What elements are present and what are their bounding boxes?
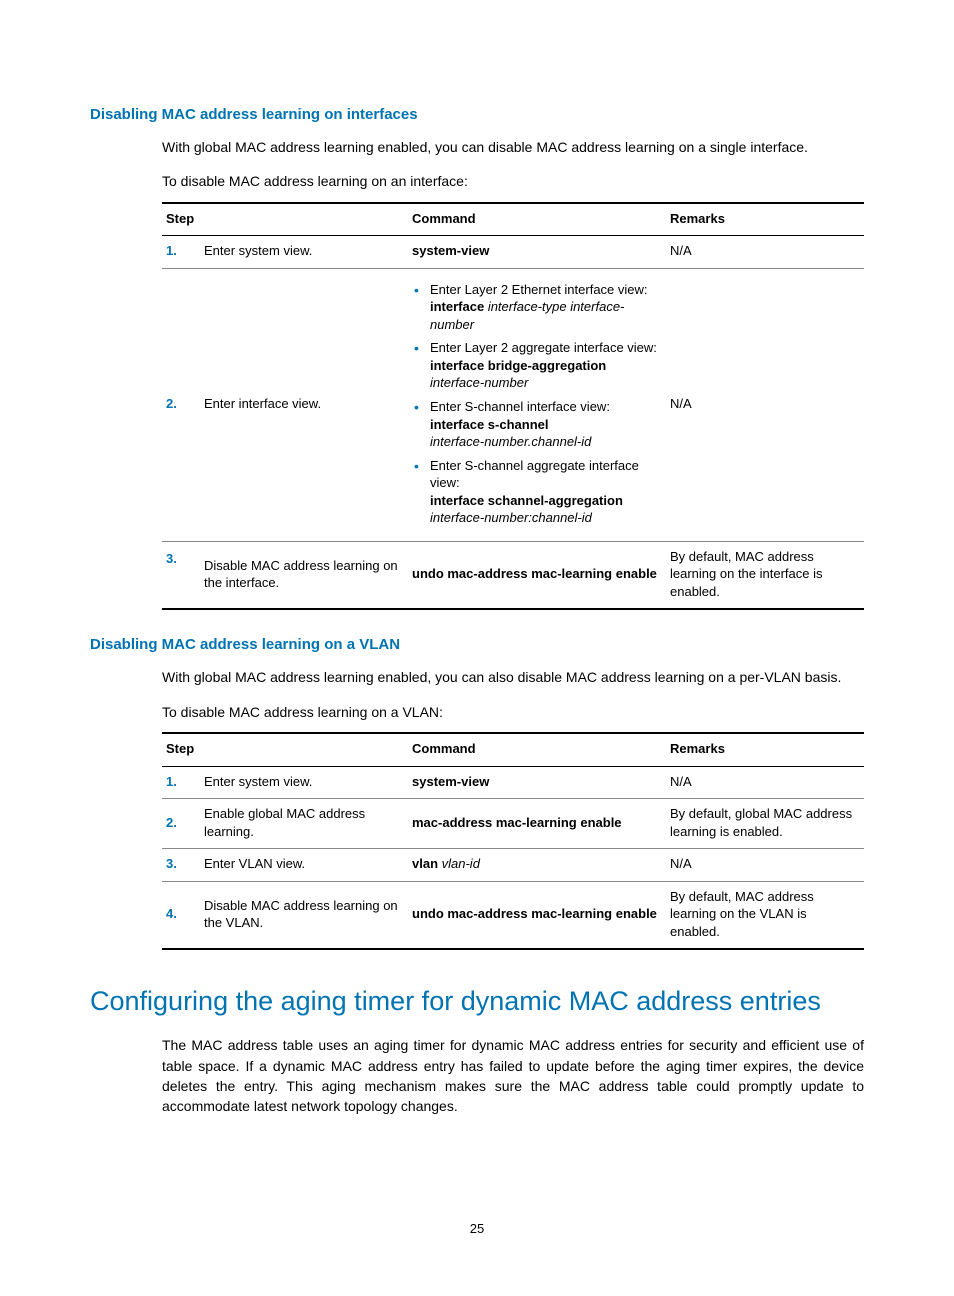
cmd-bold: interface bridge-aggregation <box>430 358 606 373</box>
section1-heading: Disabling MAC address learning on interf… <box>90 106 864 123</box>
step-command: vlan vlan-id <box>408 849 666 882</box>
cmd-ital: interface-number <box>430 375 528 390</box>
step-remarks: N/A <box>666 268 864 541</box>
header-step: Step <box>162 733 408 766</box>
step-remarks: N/A <box>666 236 864 269</box>
cmd-bullet: Enter S-channel interface view: interfac… <box>412 398 662 451</box>
step-number: 2. <box>162 799 200 849</box>
bullet-lead: Enter Layer 2 aggregate interface view: <box>430 340 657 355</box>
cmd-bullet: Enter Layer 2 aggregate interface view: … <box>412 339 662 392</box>
step-remarks: N/A <box>666 849 864 882</box>
step-number: 4. <box>162 881 200 949</box>
table-row: 1. Enter system view. system-view N/A <box>162 236 864 269</box>
header-command: Command <box>408 203 666 236</box>
cmd-bold: mac-address mac-learning enable <box>412 815 622 830</box>
section2-intro2: To disable MAC address learning on a VLA… <box>162 702 864 722</box>
cmd-bold: interface <box>430 299 484 314</box>
cmd-bold: interface s-channel <box>430 417 549 432</box>
header-step: Step <box>162 203 408 236</box>
cmd-bold: system-view <box>412 243 489 258</box>
table-row: 3. Disable MAC address learning on the i… <box>162 541 864 609</box>
table-row: 1. Enter system view. system-view N/A <box>162 766 864 799</box>
header-command: Command <box>408 733 666 766</box>
step-remarks: By default, MAC address learning on the … <box>666 881 864 949</box>
step-remarks: By default, global MAC address learning … <box>666 799 864 849</box>
step-command: mac-address mac-learning enable <box>408 799 666 849</box>
step-number: 1. <box>162 236 200 269</box>
cmd-bold: system-view <box>412 774 489 789</box>
table-row: 2. Enable global MAC address learning. m… <box>162 799 864 849</box>
page-number: 25 <box>0 1221 954 1236</box>
cmd-bold: interface schannel-aggregation <box>430 493 623 508</box>
step-number: 2. <box>162 268 200 541</box>
section3-body: The MAC address table uses an aging time… <box>162 1035 864 1116</box>
cmd-ital: interface-number:channel-id <box>430 510 592 525</box>
section1-intro1: With global MAC address learning enabled… <box>162 137 864 157</box>
table-row: 3. Enter VLAN view. vlan vlan-id N/A <box>162 849 864 882</box>
table-row: 2. Enter interface view. Enter Layer 2 E… <box>162 268 864 541</box>
step-command: system-view <box>408 236 666 269</box>
step-desc: Enable global MAC address learning. <box>200 799 408 849</box>
cmd-bullet: Enter Layer 2 Ethernet interface view: i… <box>412 281 662 334</box>
cmd-bold: vlan <box>412 856 438 871</box>
step-number: 1. <box>162 766 200 799</box>
cmd-ital: vlan-id <box>438 856 480 871</box>
step-number: 3. <box>162 849 200 882</box>
table-header-row: Step Command Remarks <box>162 733 864 766</box>
header-remarks: Remarks <box>666 203 864 236</box>
step-desc: Enter interface view. <box>200 268 408 541</box>
step-desc: Disable MAC address learning on the inte… <box>200 541 408 609</box>
step-remarks: N/A <box>666 766 864 799</box>
section3-heading: Configuring the aging timer for dynamic … <box>90 986 864 1017</box>
step-desc: Disable MAC address learning on the VLAN… <box>200 881 408 949</box>
cmd-bold: undo mac-address mac-learning enable <box>412 906 657 921</box>
step-desc: Enter VLAN view. <box>200 849 408 882</box>
step-command: undo mac-address mac-learning enable <box>408 541 666 609</box>
step-command: Enter Layer 2 Ethernet interface view: i… <box>408 268 666 541</box>
step-desc: Enter system view. <box>200 236 408 269</box>
cmd-bullet: Enter S-channel aggregate interface view… <box>412 457 662 527</box>
section1-table: Step Command Remarks 1. Enter system vie… <box>162 202 864 611</box>
header-remarks: Remarks <box>666 733 864 766</box>
cmd-ital: interface-number.channel-id <box>430 434 591 449</box>
bullet-lead: Enter S-channel interface view: <box>430 399 610 414</box>
bullet-lead: Enter Layer 2 Ethernet interface view: <box>430 282 648 297</box>
step-desc: Enter system view. <box>200 766 408 799</box>
section1-intro2: To disable MAC address learning on an in… <box>162 171 864 191</box>
table-row: 4. Disable MAC address learning on the V… <box>162 881 864 949</box>
step-number: 3. <box>162 541 200 609</box>
cmd-bold: undo mac-address mac-learning enable <box>412 566 657 581</box>
section2-table: Step Command Remarks 1. Enter system vie… <box>162 732 864 950</box>
section2-intro1: With global MAC address learning enabled… <box>162 667 864 687</box>
step-remarks: By default, MAC address learning on the … <box>666 541 864 609</box>
bullet-lead: Enter S-channel aggregate interface view… <box>430 458 639 491</box>
step-command: undo mac-address mac-learning enable <box>408 881 666 949</box>
step-command: system-view <box>408 766 666 799</box>
section2-heading: Disabling MAC address learning on a VLAN <box>90 636 864 653</box>
table-header-row: Step Command Remarks <box>162 203 864 236</box>
